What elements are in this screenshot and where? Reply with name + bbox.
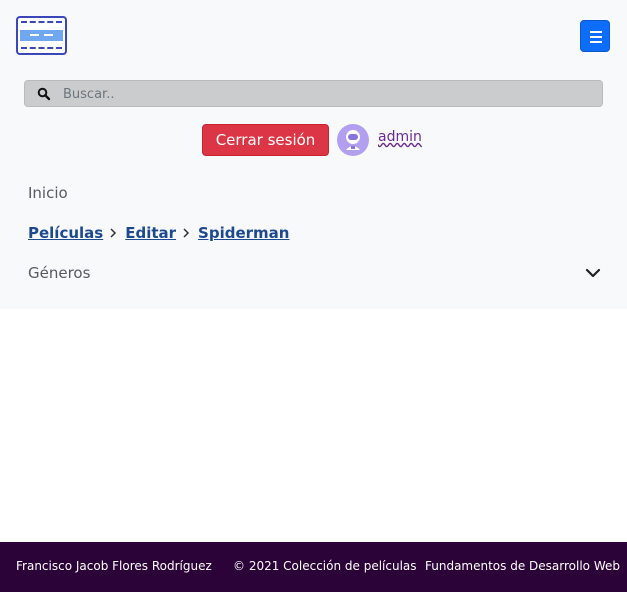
breadcrumb-item-peliculas[interactable]: Películas — [28, 224, 103, 242]
username-link[interactable]: admin — [378, 129, 422, 145]
user-avatar-icon — [337, 124, 369, 156]
chevron-right-icon — [103, 224, 125, 242]
logout-button[interactable]: Cerrar sesión — [202, 124, 329, 156]
nav-dropdown-generos[interactable]: Géneros — [28, 264, 90, 282]
nav-link-inicio[interactable]: Inicio — [28, 184, 68, 202]
hamburger-menu-icon-line — [590, 36, 602, 38]
footer-course: Fundamentos de Desarrollo Web — [425, 559, 620, 573]
hamburger-menu-icon-line — [590, 41, 602, 43]
film-strip-icon[interactable] — [16, 16, 67, 55]
film-strip-band — [20, 30, 63, 41]
astronaut-avatar-icon — [346, 130, 360, 150]
breadcrumb-item-spiderman[interactable]: Spiderman — [198, 224, 289, 242]
film-strip-bottom-edge — [21, 47, 62, 49]
menu-toggle-button[interactable] — [580, 20, 610, 52]
breadcrumb-item-editar[interactable]: Editar — [125, 224, 176, 242]
footer-copyright: © 2021 Colección de películas — [233, 559, 417, 573]
search-bar — [24, 80, 603, 107]
footer: Francisco Jacob Flores Rodríguez © 2021 … — [0, 542, 627, 592]
film-frame-divider — [30, 34, 39, 36]
search-input[interactable] — [63, 84, 593, 104]
search-icon — [37, 87, 51, 101]
breadcrumb: Películas Editar Spiderman — [28, 224, 289, 242]
hamburger-menu-icon — [590, 31, 602, 33]
footer-author: Francisco Jacob Flores Rodríguez — [16, 559, 212, 573]
film-frame-divider — [44, 34, 53, 36]
chevron-down-icon[interactable] — [585, 266, 601, 280]
film-strip-top-edge — [21, 21, 62, 23]
navbar: Cerrar sesión admin Inicio Películas Edi… — [0, 0, 627, 309]
chevron-right-icon — [176, 224, 198, 242]
